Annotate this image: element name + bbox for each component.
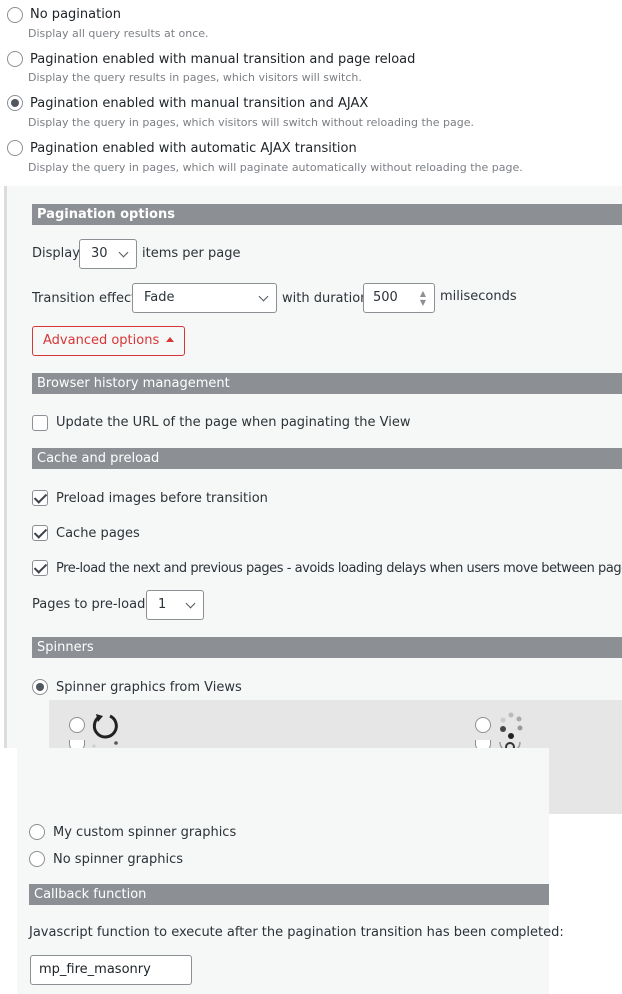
callback-function-value: mp_fire_masonry	[39, 962, 151, 977]
section-title-pagination-options: Pagination options	[32, 204, 622, 225]
duration-label: with duration	[282, 291, 369, 306]
chevron-down-icon	[185, 598, 196, 609]
update-url-checkbox[interactable]	[32, 415, 48, 431]
duration-unit: miliseconds	[440, 289, 517, 304]
pagination-mode-reload[interactable]: Pagination enabled with manual transitio…	[0, 45, 622, 90]
radio-no-pagination[interactable]	[7, 7, 23, 23]
transition-effect-label: Transition effect:	[32, 291, 141, 306]
callback-description: Javascript function to execute after the…	[29, 925, 564, 940]
spinner-dots-icon	[500, 712, 523, 739]
option-description: Display all query results at once.	[28, 27, 209, 40]
spinner-option-radio[interactable]	[69, 717, 85, 733]
radio-manual-ajax[interactable]	[7, 95, 23, 111]
pages-to-preload-label: Pages to pre-load:	[32, 597, 150, 612]
pagination-settings-panel: Pagination options Display 30 items per …	[4, 186, 622, 748]
callback-function-input[interactable]: mp_fire_masonry	[30, 955, 192, 985]
section-title-cache-preload: Cache and preload	[32, 448, 622, 469]
transition-effect-select[interactable]: Fade	[132, 283, 277, 313]
spinner-circle-arrow-icon	[92, 714, 118, 739]
duration-value: 500	[373, 290, 398, 305]
preload-images-checkbox[interactable]	[32, 490, 48, 506]
spinner-and-callback-panel: My custom spinner graphics No spinner gr…	[17, 748, 564, 994]
advanced-options-label: Advanced options	[43, 333, 160, 348]
option-description: Display the query in pages, which will p…	[28, 161, 523, 174]
cache-pages-label: Cache pages	[56, 526, 140, 541]
spinner-custom-radio[interactable]	[29, 824, 45, 840]
transition-effect-value: Fade	[144, 290, 175, 305]
items-per-page-suffix: items per page	[142, 246, 241, 261]
cache-pages-checkbox[interactable]	[32, 525, 48, 541]
radio-manual-reload[interactable]	[7, 51, 23, 67]
pages-to-preload-value: 1	[158, 597, 167, 612]
duration-input[interactable]: 500 ▲ ▼	[363, 283, 435, 313]
option-label: Pagination enabled with manual transitio…	[30, 96, 369, 111]
spinner-none-radio[interactable]	[29, 851, 45, 867]
caret-up-icon	[166, 337, 175, 342]
spinner-views-label: Spinner graphics from Views	[56, 680, 242, 695]
pagination-mode-ajax[interactable]: Pagination enabled with manual transitio…	[0, 90, 622, 135]
number-stepper-icon[interactable]: ▲ ▼	[420, 289, 426, 307]
option-description: Display the query in pages, which visito…	[28, 116, 474, 129]
radio-auto-ajax[interactable]	[7, 140, 23, 156]
update-url-label: Update the URL of the page when paginati…	[56, 415, 411, 430]
chevron-down-icon	[258, 291, 269, 302]
option-label: Pagination enabled with manual transitio…	[30, 52, 416, 67]
pagination-mode-auto-ajax[interactable]: Pagination enabled with automatic AJAX t…	[0, 135, 622, 180]
option-label: No pagination	[30, 7, 121, 22]
advanced-options-button[interactable]: Advanced options	[32, 326, 186, 356]
pages-to-preload-select[interactable]: 1	[146, 590, 204, 620]
preload-pages-label: Pre-load the next and previous pages - a…	[56, 561, 622, 576]
spinner-option-radio[interactable]	[475, 717, 491, 733]
option-description: Display the query results in pages, whic…	[28, 71, 362, 84]
pagination-mode-none[interactable]: No pagination Display all query results …	[0, 0, 622, 45]
spinner-views-radio[interactable]	[32, 679, 48, 695]
display-label: Display	[32, 246, 80, 261]
items-per-page-value: 30	[91, 246, 108, 261]
preload-images-label: Preload images before transition	[56, 491, 268, 506]
spinner-none-label: No spinner graphics	[53, 852, 183, 867]
section-title-callback: Callback function	[29, 884, 549, 905]
section-title-browser-history: Browser history management	[32, 373, 622, 394]
spinner-custom-label: My custom spinner graphics	[53, 825, 237, 840]
option-label: Pagination enabled with automatic AJAX t…	[30, 141, 357, 156]
section-title-spinners: Spinners	[32, 637, 622, 658]
chevron-down-icon	[118, 247, 129, 258]
items-per-page-select[interactable]: 30	[79, 239, 137, 269]
preload-pages-checkbox[interactable]	[32, 560, 48, 576]
